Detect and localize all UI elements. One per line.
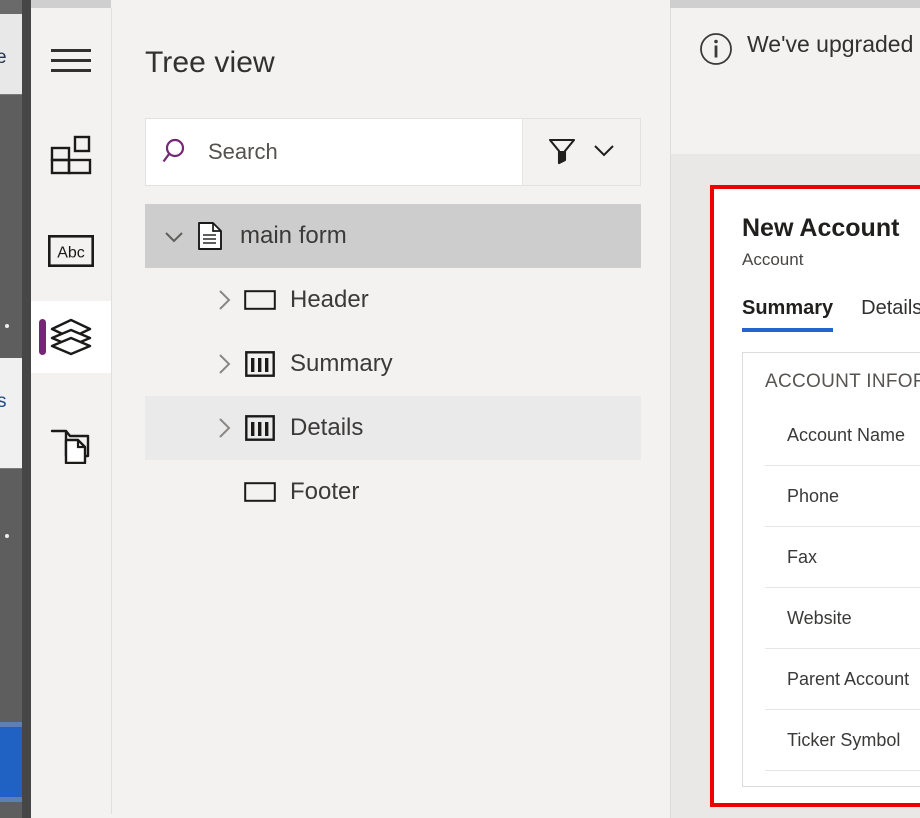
tree-view-header: Tree view [112,8,732,108]
field-row[interactable]: Website [765,588,920,649]
field-label: Fax [787,546,818,567]
info-circle-icon [699,32,733,71]
sidebar-item-text-field[interactable]: Abc [31,215,111,287]
section-rect-icon [238,288,282,312]
tree-item-footer[interactable]: Footer [145,460,641,524]
field-row[interactable]: Fax [765,527,920,588]
tree-item-main-form[interactable]: main form [145,204,641,268]
tool-rail: Abc [31,0,111,818]
filter-button[interactable] [522,119,640,185]
tree-item-label: Summary [290,350,393,377]
search-box[interactable] [146,119,522,185]
left-edge-rail: e s r [0,0,22,818]
tool-rail-top-line [31,0,111,8]
tab-details[interactable]: Details [861,297,920,332]
app-window: e s r [0,0,920,818]
form-preview-card: New Account Account Summary Details ACCO… [710,185,920,807]
form-card-inner: New Account Account Summary Details ACCO… [714,189,920,803]
tree-item-label: Details [290,414,364,441]
chevron-right-icon[interactable] [210,287,238,313]
form-preview-region: We've upgraded New Account Account Summa… [670,0,920,818]
svg-text:Abc: Abc [57,245,85,262]
rail-text-fragment-2: s [0,391,7,412]
chevron-right-icon[interactable] [210,415,238,441]
rail-primary-button[interactable]: r [0,727,22,797]
field-row[interactable]: Account Name [765,405,920,466]
tree-item-label: main form [240,222,347,249]
rail-strip-lower [0,358,22,468]
account-information-section: ACCOUNT INFORMATION Account Name Phone F… [742,352,920,787]
rail-shadow-divider [22,0,31,818]
section-header: ACCOUNT INFORMATION [765,371,920,392]
filter-funnel-icon [547,135,577,170]
rail-bullet-dot-2 [5,534,9,538]
rail-divider-1 [0,94,22,95]
components-icon [50,134,92,176]
field-row[interactable]: Ticker Symbol [765,710,920,771]
sidebar-item-components[interactable] [31,119,111,191]
abc-textbox-icon: Abc [48,235,94,267]
field-label: Ticker Symbol [787,729,901,750]
field-label: Website [787,607,852,628]
form-title: New Account [742,214,900,242]
field-row[interactable]: Parent Account [765,649,920,710]
tree-item-details[interactable]: Details [145,396,641,460]
section-rect-icon [238,480,282,504]
tree-item-summary[interactable]: Summary [145,332,641,396]
sidebar-item-form-library[interactable] [31,409,111,481]
chevron-down-icon [591,137,617,168]
sidebar-item-tree-view[interactable] [31,301,111,373]
info-banner: We've upgraded [671,8,920,154]
rail-top-cap [0,0,22,14]
form-subtitle: Account [742,250,804,269]
tab-summary[interactable]: Summary [742,297,834,332]
rail-bullet-dot-1 [5,324,9,328]
tree-view-panel: Tree view Search main form Header Summar… [111,8,732,814]
tree-list: main form Header Summary Details Footer [145,204,641,524]
document-icon [188,221,232,251]
search-row [145,118,641,186]
rail-divider-2 [0,468,22,469]
selection-indicator-bar [39,319,46,355]
search-input[interactable] [208,119,522,185]
layers-icon [50,318,92,356]
field-row[interactable]: Phone [765,466,920,527]
info-banner-text: We've upgraded [747,31,914,57]
hamburger-icon [51,48,91,74]
field-label: Phone [787,485,840,506]
rail-button-cap-bottom [0,797,22,802]
chevron-down-icon[interactable] [160,223,188,249]
preview-top-line [670,0,920,8]
field-list: Account Name Phone Fax Website Parent Ac [765,405,920,771]
tree-item-label: Header [290,286,369,313]
field-label: Parent Account [787,668,910,689]
form-tabs: Summary Details [742,297,920,332]
search-icon [146,137,208,167]
sidebar-item-menu[interactable] [31,25,111,97]
rail-text-fragment-1: e [0,47,7,68]
page-title: Tree view [145,46,275,79]
tree-item-header[interactable]: Header [145,268,641,332]
chevron-right-icon[interactable] [210,351,238,377]
tab-columns-icon [238,414,282,442]
folder-page-icon [50,426,92,464]
tree-item-label: Footer [290,478,360,505]
tab-columns-icon [238,350,282,378]
field-label: Account Name [787,424,906,445]
